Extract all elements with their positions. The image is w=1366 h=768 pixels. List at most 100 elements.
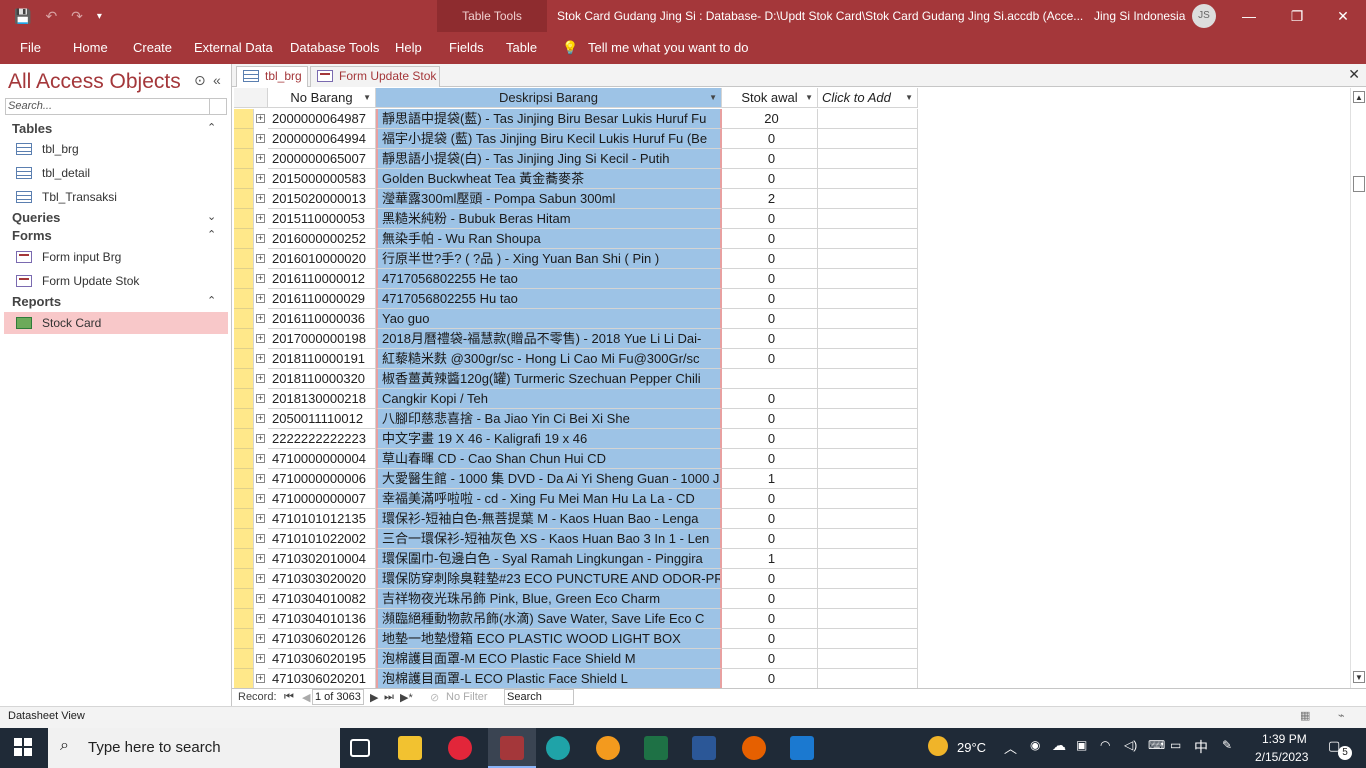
record-selector[interactable] [234,629,254,649]
record-selector[interactable] [234,429,254,449]
dropdown-icon[interactable]: ▼ [709,88,717,107]
record-selector[interactable] [234,129,254,149]
cell-click-to-add[interactable] [818,629,918,649]
cell-deskripsi[interactable]: 紅藜糙米麩 @300gr/sc - Hong Li Cao Mi Fu@300G… [376,349,722,369]
cell-deskripsi[interactable]: 福宇小提袋 (藍) Tas Jinjing Biru Kecil Lukis H… [376,129,722,149]
close-icon[interactable]: ✕ [1320,0,1366,32]
tab-external-data[interactable]: External Data [194,32,273,64]
previous-record-icon[interactable]: ◀ [302,691,310,704]
record-selector[interactable] [234,409,254,429]
weather-icon[interactable] [928,736,948,756]
cell-no-barang[interactable]: 4710000000004 [268,449,376,469]
record-selector[interactable] [234,169,254,189]
expand-subdatasheet-icon[interactable]: + [255,609,268,629]
cell-click-to-add[interactable] [818,189,918,209]
column-header-click-to-add[interactable]: Click to Add ▼ [818,88,918,108]
cell-click-to-add[interactable] [818,609,918,629]
windows-start-icon[interactable] [14,738,32,756]
expand-subdatasheet-icon[interactable]: + [255,229,268,249]
cell-no-barang[interactable]: 2016110000012 [268,269,376,289]
cell-deskripsi[interactable]: 地墊一地墊燈箱 ECO PLASTIC WOOD LIGHT BOX [376,629,722,649]
expand-subdatasheet-icon[interactable]: + [255,109,268,129]
tab-help[interactable]: Help [395,32,422,64]
cell-no-barang[interactable]: 2015000000583 [268,169,376,189]
record-selector[interactable] [234,289,254,309]
cell-stok-awal[interactable]: 0 [722,589,818,609]
cell-no-barang[interactable]: 2000000064987 [268,109,376,129]
cell-click-to-add[interactable] [818,529,918,549]
cell-stok-awal[interactable]: 0 [722,569,818,589]
record-selector[interactable] [234,469,254,489]
cell-click-to-add[interactable] [818,389,918,409]
cell-stok-awal[interactable]: 0 [722,489,818,509]
wifi-icon[interactable]: ◠ [1100,738,1110,752]
cell-deskripsi[interactable]: 環保衫-短袖白色-無菩提葉 M - Kaos Huan Bao - Lenga [376,509,722,529]
cell-click-to-add[interactable] [818,109,918,129]
expand-subdatasheet-icon[interactable]: + [255,449,268,469]
tab-database-tools[interactable]: Database Tools [290,32,379,64]
cell-click-to-add[interactable] [818,429,918,449]
cell-no-barang[interactable]: 4710304010082 [268,589,376,609]
record-search-input[interactable]: Search [504,689,574,705]
cell-stok-awal[interactable]: 0 [722,249,818,269]
record-selector[interactable] [234,609,254,629]
cell-stok-awal[interactable]: 0 [722,209,818,229]
cell-no-barang[interactable]: 4710302010004 [268,549,376,569]
cell-click-to-add[interactable] [818,409,918,429]
next-record-icon[interactable]: ▶ [370,691,378,704]
record-selector[interactable] [234,349,254,369]
dropdown-icon[interactable]: ▼ [805,88,813,107]
cell-no-barang[interactable]: 4710306020126 [268,629,376,649]
record-selector[interactable] [234,309,254,329]
design-view-icon[interactable]: ⌁ [1338,709,1345,722]
lightbulb-icon[interactable]: 💡 [562,32,578,64]
record-selector[interactable] [234,389,254,409]
collapse-icon[interactable]: ⌃ [207,121,216,134]
group-queries[interactable]: Queries ⌄ [12,210,216,225]
group-reports[interactable]: Reports ⌃ [12,294,216,309]
expand-subdatasheet-icon[interactable]: + [255,309,268,329]
collapse-icon[interactable]: ⌃ [207,294,216,307]
tell-me-box[interactable]: Tell me what you want to do [588,32,748,64]
cell-stok-awal[interactable]: 0 [722,169,818,189]
cell-stok-awal[interactable]: 0 [722,609,818,629]
cell-click-to-add[interactable] [818,449,918,469]
redo-icon[interactable]: ↷ [71,8,83,25]
vertical-scrollbar[interactable]: ▲ ▼ [1350,88,1366,688]
record-selector[interactable] [234,269,254,289]
record-selector[interactable] [234,109,254,129]
cell-click-to-add[interactable] [818,649,918,669]
expand-subdatasheet-icon[interactable]: + [255,129,268,149]
record-selector[interactable] [234,569,254,589]
select-all-corner[interactable] [234,88,268,108]
cell-no-barang[interactable]: 4710306020201 [268,669,376,688]
cell-stok-awal[interactable]: 0 [722,649,818,669]
expand-subdatasheet-icon[interactable]: + [255,369,268,389]
expand-subdatasheet-icon[interactable]: + [255,589,268,609]
avatar[interactable]: JS [1192,4,1216,28]
column-header-deskripsi[interactable]: Deskripsi Barang ▼ [376,88,722,108]
collapse-icon[interactable]: ⌃ [207,228,216,241]
expand-subdatasheet-icon[interactable]: + [255,469,268,489]
cell-deskripsi[interactable]: 吉祥物夜光珠吊飾 Pink, Blue, Green Eco Charm [376,589,722,609]
expand-subdatasheet-icon[interactable]: + [255,489,268,509]
close-document-icon[interactable]: ✕ [1348,66,1360,83]
cell-no-barang[interactable]: 2016110000036 [268,309,376,329]
cell-no-barang[interactable]: 4710101012135 [268,509,376,529]
cell-click-to-add[interactable] [818,229,918,249]
firefox-icon[interactable] [742,736,766,760]
record-selector[interactable] [234,529,254,549]
excel-icon[interactable] [644,736,668,760]
cell-no-barang[interactable]: 2018110000320 [268,369,376,389]
cell-deskripsi[interactable]: 中文字畫 19 X 46 - Kaligrafi 19 x 46 [376,429,722,449]
cell-click-to-add[interactable] [818,249,918,269]
tab-fields[interactable]: Fields [449,32,484,64]
cell-stok-awal[interactable]: 1 [722,549,818,569]
file-explorer-icon[interactable] [398,736,422,760]
app-icon[interactable] [448,736,472,760]
cell-stok-awal[interactable]: 0 [722,329,818,349]
onedrive-icon[interactable]: ☁ [1052,737,1066,754]
show-hidden-icons-icon[interactable]: ︿ [1004,738,1017,757]
record-selector[interactable] [234,229,254,249]
cell-stok-awal[interactable]: 0 [722,129,818,149]
